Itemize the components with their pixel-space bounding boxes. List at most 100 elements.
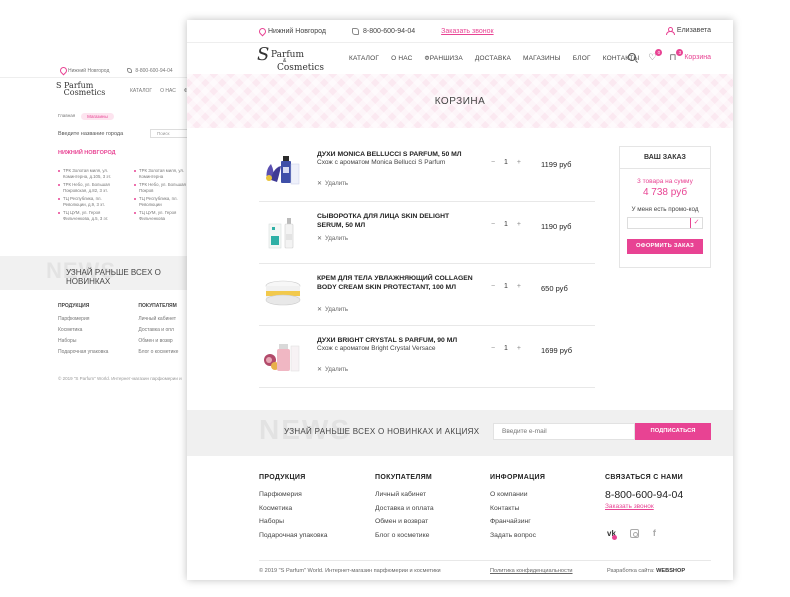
qty-minus-button[interactable]: −: [489, 159, 497, 166]
bg-footer-link: Парфюмерия: [58, 316, 90, 322]
cart-link[interactable]: Корзина: [684, 54, 711, 61]
footer-col-info: ИНФОРМАЦИЯ О компании Контакты Франчайзи…: [490, 474, 545, 545]
location-pin-icon: [259, 28, 264, 35]
footer-link[interactable]: Наборы: [259, 518, 328, 525]
topbar: Нижний Новгород 8-800-600-94-04 Заказать…: [187, 20, 733, 42]
product-name[interactable]: ДУХИ BRIGHT CRYSTAL S PARFUM, 90 МЛ: [317, 336, 477, 345]
search-icon[interactable]: [628, 53, 637, 61]
footer-link[interactable]: Косметика: [259, 505, 328, 512]
qty-minus-button[interactable]: −: [489, 221, 497, 228]
quantity-stepper: − 1 +: [489, 159, 523, 166]
qty-plus-button[interactable]: +: [515, 345, 523, 352]
footer-link[interactable]: Доставка и оплата: [375, 505, 434, 512]
checkout-button[interactable]: ОФОРМИТЬ ЗАКАЗ: [627, 239, 703, 254]
header-icons: ♡ 0 ⊓ 3 Корзина: [628, 49, 711, 62]
item-price: 1190 руб: [541, 222, 572, 231]
footer-link[interactable]: Задать вопрос: [490, 532, 545, 539]
phone-contact[interactable]: 8-800-600-94-04: [351, 27, 415, 35]
footer-link[interactable]: Франчайзинг: [490, 518, 545, 525]
logo[interactable]: S Parfum & Cosmetics: [257, 44, 327, 73]
item-price: 1699 руб: [541, 346, 572, 355]
city-selector[interactable]: Нижний Новгород: [259, 28, 326, 35]
qty-minus-button[interactable]: −: [489, 345, 497, 352]
bg-topbar: Нижний Новгород 8-800-600-94-04: [0, 64, 200, 78]
footer-link[interactable]: Подарочная упаковка: [259, 532, 328, 539]
cart-item: ДУХИ BRIGHT CRYSTAL S PARFUM, 90 МЛ Схож…: [259, 326, 595, 388]
developer-credit[interactable]: Разработка сайта: WEBSHOP: [607, 568, 685, 574]
phone-icon: [351, 27, 359, 35]
user-account[interactable]: Елизавета: [665, 27, 711, 35]
bg-newsletter-band: NEWS УЗНАЙ РАНЬШЕ ВСЕХ О НОВИНКАХ: [0, 256, 200, 290]
facebook-icon[interactable]: f: [653, 528, 656, 538]
check-icon[interactable]: ✓: [690, 218, 702, 228]
product-name[interactable]: КРЕМ ДЛЯ ТЕЛА УВЛАЖНЯЮЩИЙ COLLAGEN BODY …: [317, 274, 477, 292]
cart-icon[interactable]: ⊓ 3: [669, 49, 684, 62]
remove-item-button[interactable]: ✕ Удалить: [317, 366, 348, 374]
bg-crumb: Главная: [58, 113, 76, 118]
cart-item: ДУХИ MONICA BELLUCCI S PARFUM, 50 МЛ Схо…: [259, 140, 595, 202]
footer-col-customers: ПОКУПАТЕЛЯМ Личный кабинет Доставка и оп…: [375, 474, 434, 545]
footer: ПРОДУКЦИЯ Парфюмерия Косметика Наборы По…: [187, 456, 733, 580]
bg-phone: 8-800-600-94-04: [127, 68, 173, 74]
bg-footer-link: Косметика: [58, 327, 83, 333]
qty-plus-button[interactable]: +: [515, 283, 523, 290]
cart-count-badge: 3: [676, 49, 684, 56]
cart-page-card: Нижний Новгород 8-800-600-94-04 Заказать…: [187, 20, 733, 580]
footer-link[interactable]: Обмен и возврат: [375, 518, 434, 525]
bg-footer-link: Доставка и опл: [138, 327, 174, 333]
footer-link[interactable]: О компании: [490, 491, 545, 498]
nav-item-about[interactable]: О НАС: [391, 55, 412, 62]
nav-item-stores[interactable]: МАГАЗИНЫ: [523, 55, 561, 62]
order-summary: ВАШ ЗАКАЗ 3 товара на сумму 4 738 руб У …: [619, 146, 711, 268]
footer-link[interactable]: Контакты: [490, 505, 545, 512]
footer-link[interactable]: Парфюмерия: [259, 491, 328, 498]
vk-dot: [612, 534, 617, 540]
footer-col-contact: СВЯЗАТЬСЯ С НАМИ 8-800-600-94-04 Заказат…: [605, 474, 683, 510]
privacy-policy-link[interactable]: Политика конфиденциальности: [490, 568, 573, 574]
footer-link[interactable]: Блог о косметике: [375, 532, 434, 539]
footer-divider: [259, 560, 711, 561]
footer-callback-link[interactable]: Заказать звонок: [605, 503, 683, 510]
remove-item-button[interactable]: ✕ Удалить: [317, 235, 348, 243]
remove-item-button[interactable]: ✕ Удалить: [317, 306, 348, 314]
cart-item: КРЕМ ДЛЯ ТЕЛА УВЛАЖНЯЮЩИЙ COLLAGEN BODY …: [259, 264, 595, 326]
user-name: Елизавета: [676, 27, 711, 34]
nav-item-catalog[interactable]: КАТАЛОГ: [349, 55, 379, 62]
logo-s: S: [257, 44, 270, 65]
remove-item-button[interactable]: ✕ Удалить: [317, 180, 348, 188]
qty-plus-button[interactable]: +: [515, 221, 523, 228]
social-links: vk f: [607, 528, 656, 540]
email-input[interactable]: [493, 423, 635, 440]
footer-link[interactable]: Личный кабинет: [375, 491, 434, 498]
qty-plus-button[interactable]: +: [515, 159, 523, 166]
nav-item-blog[interactable]: БЛОГ: [573, 55, 591, 62]
page-banner: КОРЗИНА: [187, 74, 733, 128]
product-name[interactable]: ДУХИ MONICA BELLUCCI S PARFUM, 50 МЛ: [317, 150, 477, 159]
footer-phone[interactable]: 8-800-600-94-04: [605, 489, 683, 501]
promo-code-input[interactable]: [628, 218, 692, 228]
callback-link[interactable]: Заказать звонок: [441, 28, 493, 35]
product-name[interactable]: СЫВОРОТКА ДЛЯ ЛИЦА SKIN DELIGHT SERUM, 5…: [317, 212, 477, 230]
logo-parfum: Parfum: [271, 50, 304, 60]
qty-minus-button[interactable]: −: [489, 283, 497, 290]
instagram-icon[interactable]: [629, 528, 639, 538]
bg-city-heading: НИЖНИЙ НОВГОРОД: [58, 150, 116, 156]
background-stores-page: Нижний Новгород 8-800-600-94-04 S Parfum…: [0, 58, 200, 398]
copyright: © 2019 "S Parfum" World. Интернет-магази…: [259, 568, 441, 574]
subscribe-button[interactable]: ПОДПИСАТЬСЯ: [635, 423, 711, 440]
wishlist-icon[interactable]: ♡ 0: [648, 49, 663, 62]
footer-col-products: ПРОДУКЦИЯ Парфюмерия Косметика Наборы По…: [259, 474, 328, 545]
vk-icon[interactable]: vk: [607, 529, 617, 540]
bg-footer-link: Блог о косметике: [138, 349, 179, 355]
bg-newsletter-text: УЗНАЙ РАНЬШЕ ВСЕХ О НОВИНКАХ: [66, 268, 161, 286]
bg-crumb-active: Магазины: [81, 113, 114, 120]
order-total: 4 738 руб: [642, 187, 688, 198]
footer-title: СВЯЗАТЬСЯ С НАМИ: [605, 474, 683, 481]
close-icon: ✕: [317, 307, 323, 313]
item-price: 650 руб: [541, 284, 568, 293]
page-title: КОРЗИНА: [434, 95, 486, 107]
nav-item-delivery[interactable]: ДОСТАВКА: [475, 55, 511, 62]
promo-code-field: ✓: [627, 217, 703, 229]
order-count-text: 3 товара на сумму: [637, 178, 693, 185]
nav-item-franchise[interactable]: ФРАНШИЗА: [425, 55, 463, 62]
